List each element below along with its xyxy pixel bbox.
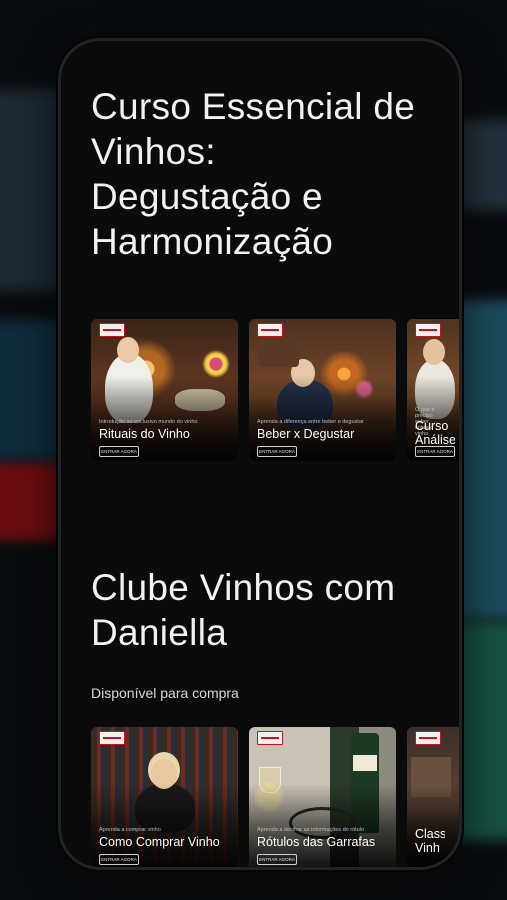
course-card[interactable]: Aprenda a diferença entre beber e degust… [249,319,396,461]
card-title: Class Vinh [415,827,445,855]
club-card[interactable]: Aprenda a decifrar as informações do rót… [249,727,396,867]
brand-badge-icon [99,323,125,337]
enter-button[interactable]: ENTRAR AGORA [415,446,455,457]
enter-button[interactable]: ENTRAR AGORA [257,854,297,865]
club-section-title: Clube Vinhos com Daniella [91,567,396,653]
brand-badge-icon [257,731,283,745]
card-description: Introdução ao exclusivo mundo do vinho [99,419,198,425]
card-description: Aprenda a decifrar as informações do rót… [257,827,365,833]
phone-frame: Curso Essencial de Vinhos: Degustação e … [58,38,462,870]
course-cards-row[interactable]: Introdução ao exclusivo mundo do vinho R… [91,319,459,465]
club-availability-label: Disponível para compra [91,685,239,701]
card-title: Curso Análise [415,419,455,447]
brand-badge-icon [257,323,283,337]
card-description: Aprenda a diferença entre beber e degust… [257,419,364,425]
club-card[interactable]: Class Vinh [407,727,459,867]
brand-badge-icon [415,731,441,745]
card-title: Rótulos das Garrafas [257,835,376,849]
card-title: Como Comprar Vinho [99,835,220,849]
card-title: Beber x Degustar [257,427,355,441]
club-cards-row[interactable]: Aprenda a comprar vinho Como Comprar Vin… [91,727,459,867]
enter-button[interactable]: ENTRAR AGORA [257,446,297,457]
brand-badge-icon [99,731,125,745]
card-description: Aprenda a comprar vinho [99,827,161,833]
card-title: Rituais do Vinho [99,427,190,441]
course-card[interactable]: O que é preciso saber sobre o vinho Curs… [407,319,459,461]
course-section-title: Curso Essencial de Vinhos: Degustação e … [91,86,416,262]
course-card[interactable]: Introdução ao exclusivo mundo do vinho R… [91,319,238,461]
enter-button[interactable]: ENTRAR AGORA [99,854,139,865]
club-card[interactable]: Aprenda a comprar vinho Como Comprar Vin… [91,727,238,867]
brand-badge-icon [415,323,441,337]
enter-button[interactable]: ENTRAR AGORA [99,446,139,457]
app-screen: Curso Essencial de Vinhos: Degustação e … [61,41,459,867]
